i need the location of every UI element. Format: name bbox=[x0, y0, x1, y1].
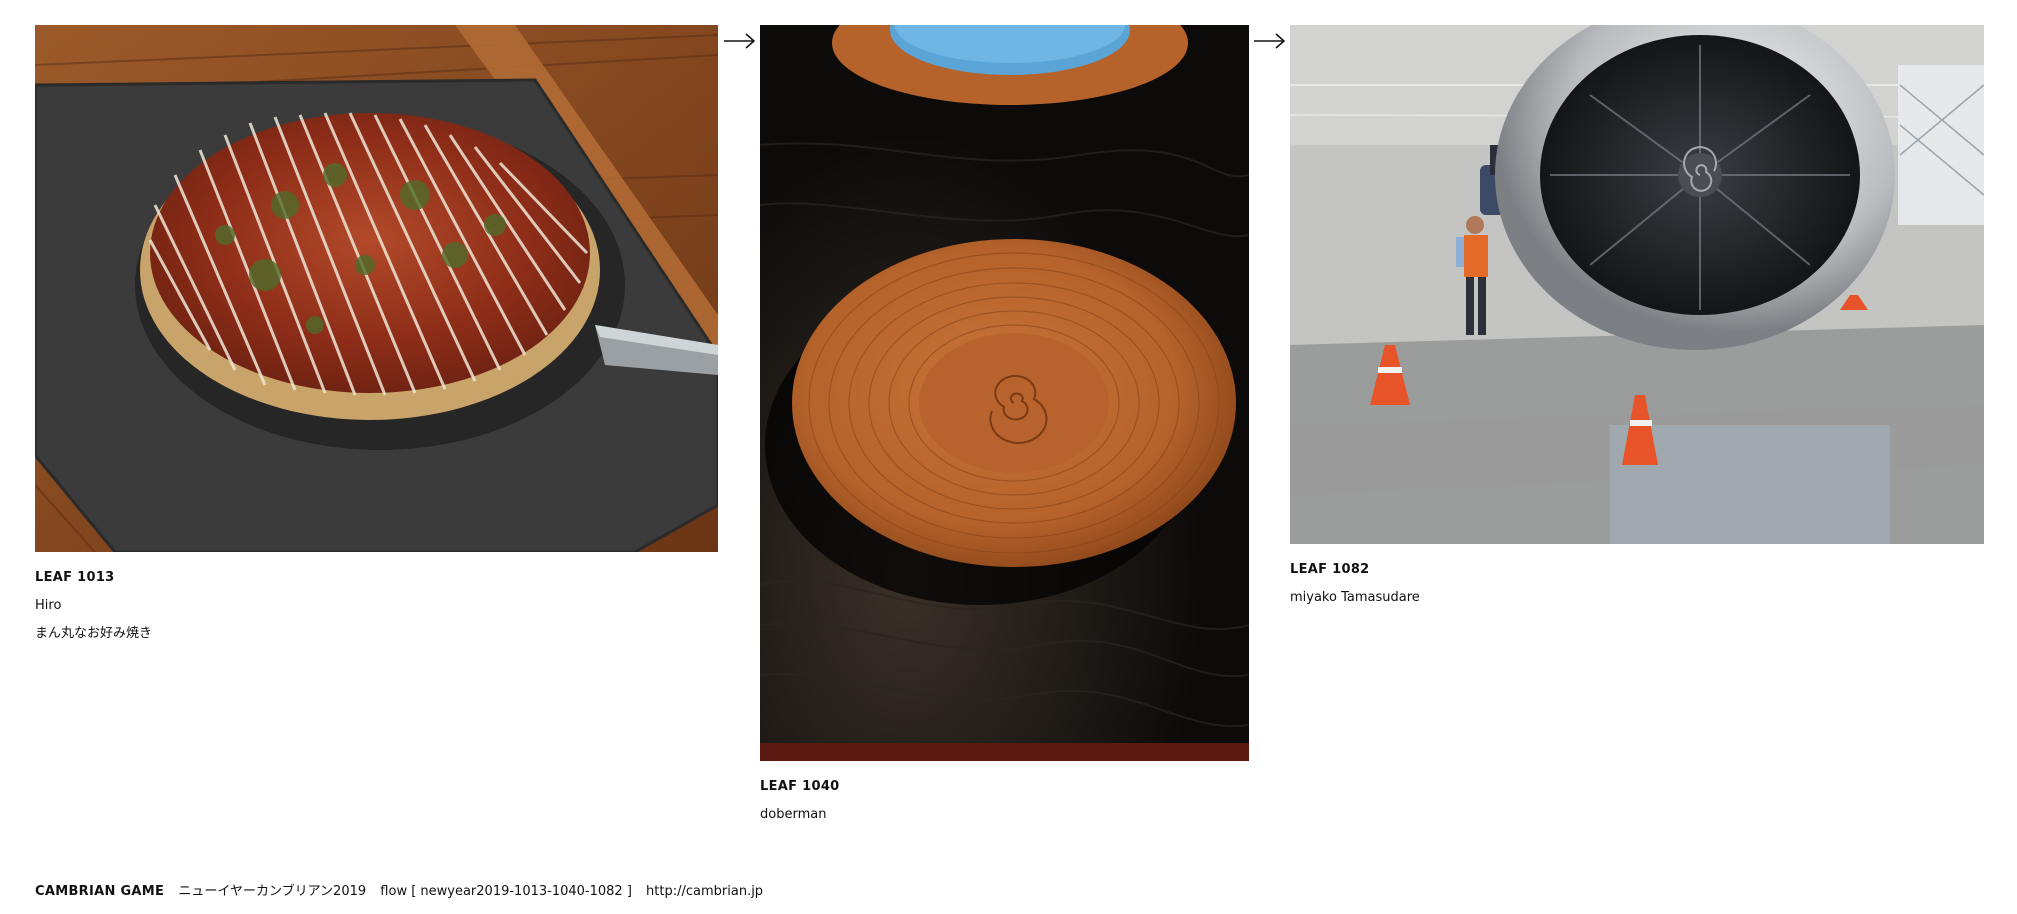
leaf-photo-jet-engine[interactable] bbox=[1290, 25, 1984, 544]
leaf-card: LEAF 1013 Hiro まん丸なお好み焼き bbox=[35, 25, 718, 648]
flow-arrow-icon bbox=[1254, 33, 1286, 49]
leaf-author[interactable]: miyako Tamasudare bbox=[1290, 584, 1984, 612]
leaf-photo-okonomiyaki[interactable] bbox=[35, 25, 718, 552]
leaf-photo-wooden-saucer[interactable] bbox=[760, 25, 1249, 761]
leaf-number: LEAF 1040 bbox=[760, 779, 840, 794]
leaf-card: LEAF 1040 doberman bbox=[760, 25, 1249, 829]
site-url-link[interactable]: http://cambrian.jp bbox=[646, 884, 763, 899]
flow-arrow-icon bbox=[724, 33, 756, 49]
brand-link[interactable]: CAMBRIAN GAME bbox=[35, 884, 164, 899]
leaf-author[interactable]: doberman bbox=[760, 801, 1249, 829]
leaf-note: まん丸なお好み焼き bbox=[35, 626, 153, 641]
leaf-card: LEAF 1082 miyako Tamasudare bbox=[1290, 25, 1984, 612]
leaf-number: LEAF 1082 bbox=[1290, 562, 1370, 577]
game-title: ニューイヤーカンブリアン2019 bbox=[178, 884, 367, 899]
flow-footer: CAMBRIAN GAME ニューイヤーカンブリアン2019 flow [ ne… bbox=[35, 880, 773, 899]
leaf-number: LEAF 1013 bbox=[35, 570, 115, 585]
flow-id: flow [ newyear2019-1013-1040-1082 ] bbox=[380, 884, 632, 899]
leaf-author[interactable]: Hiro bbox=[35, 592, 718, 620]
